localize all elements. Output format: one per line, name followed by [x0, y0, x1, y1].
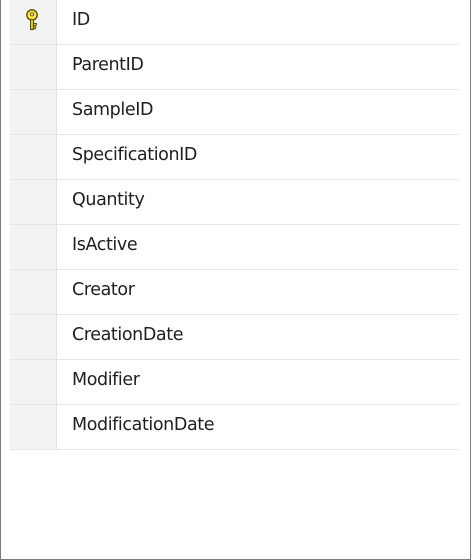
column-grid: ID ParentID SampleID SpecificationID Qua…: [10, 0, 459, 450]
primary-key-icon: [26, 9, 38, 31]
column-name[interactable]: Creator: [57, 270, 459, 314]
row-selector[interactable]: [10, 225, 57, 269]
column-row-quantity[interactable]: Quantity: [10, 180, 459, 225]
column-name[interactable]: ModificationDate: [57, 405, 459, 449]
column-row-creator[interactable]: Creator: [10, 270, 459, 315]
row-selector[interactable]: [10, 45, 57, 89]
row-selector[interactable]: [10, 0, 57, 44]
empty-grid-area[interactable]: [10, 455, 459, 555]
column-row-parentid[interactable]: ParentID: [10, 45, 459, 90]
column-row-sampleid[interactable]: SampleID: [10, 90, 459, 135]
column-name[interactable]: IsActive: [57, 225, 459, 269]
table-design-panel: ID ParentID SampleID SpecificationID Qua…: [0, 0, 471, 560]
column-name[interactable]: Quantity: [57, 180, 459, 224]
row-selector[interactable]: [10, 180, 57, 224]
column-name[interactable]: Modifier: [57, 360, 459, 404]
row-selector[interactable]: [10, 405, 57, 449]
column-name[interactable]: SampleID: [57, 90, 459, 134]
column-name[interactable]: ID: [57, 0, 459, 44]
row-selector[interactable]: [10, 135, 57, 179]
column-name[interactable]: ParentID: [57, 45, 459, 89]
row-selector[interactable]: [10, 90, 57, 134]
column-row-modificationdate[interactable]: ModificationDate: [10, 405, 459, 450]
row-selector[interactable]: [10, 270, 57, 314]
column-name[interactable]: SpecificationID: [57, 135, 459, 179]
column-row-id[interactable]: ID: [10, 0, 459, 45]
column-row-creationdate[interactable]: CreationDate: [10, 315, 459, 360]
column-row-isactive[interactable]: IsActive: [10, 225, 459, 270]
column-row-modifier[interactable]: Modifier: [10, 360, 459, 405]
column-row-specificationid[interactable]: SpecificationID: [10, 135, 459, 180]
column-name[interactable]: CreationDate: [57, 315, 459, 359]
row-selector[interactable]: [10, 360, 57, 404]
row-selector[interactable]: [10, 315, 57, 359]
